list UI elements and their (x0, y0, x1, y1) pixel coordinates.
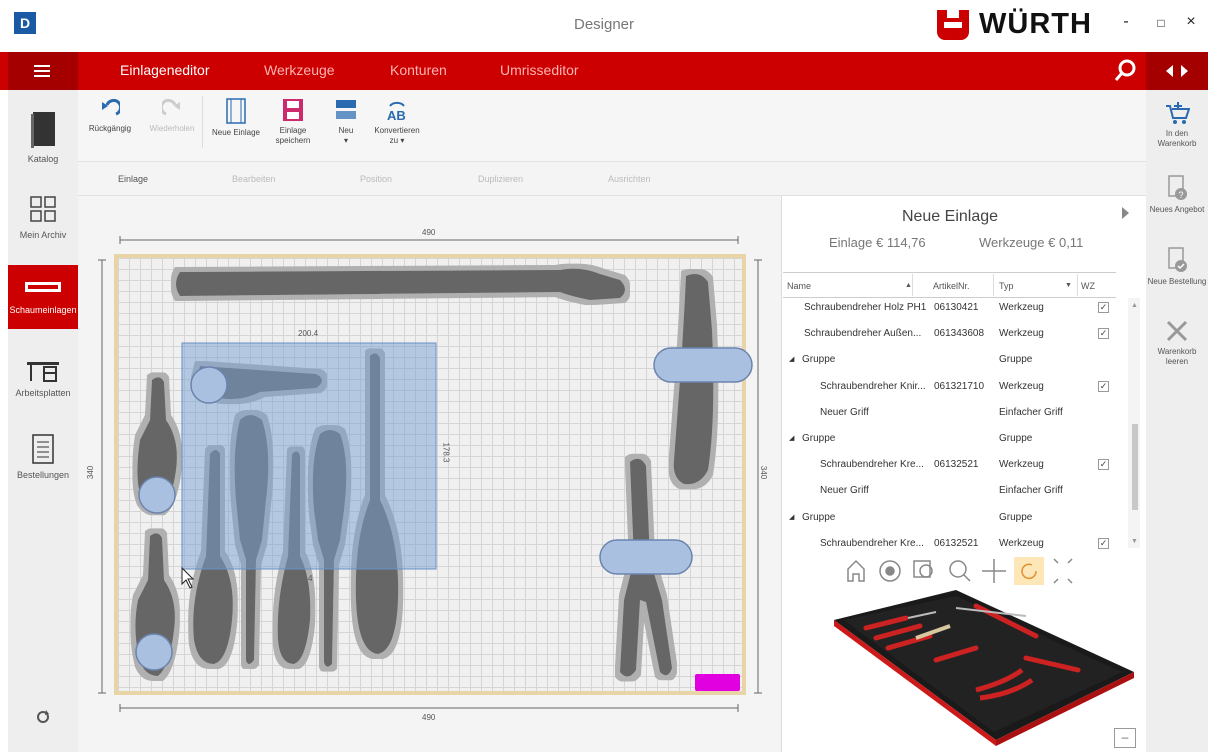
selection-extra-label: 4 (308, 574, 313, 583)
selection-width-label: 200.4 (298, 329, 319, 338)
table-row-name[interactable]: Schraubendreher Außen... (804, 328, 921, 339)
eye-view-icon[interactable] (879, 560, 901, 582)
table-row-name[interactable]: Gruppe (802, 354, 835, 365)
table-row-type: Gruppe (999, 433, 1033, 444)
brand-name: WÜRTH (979, 7, 1092, 40)
finger-grip[interactable] (138, 476, 176, 514)
rightbar-label: Neues Angebot (1149, 205, 1205, 214)
insert-price: Einlage € 114,76 (829, 235, 926, 250)
zoom-icon[interactable] (949, 560, 971, 582)
table-row-checkbox[interactable]: ✓ (1098, 381, 1109, 392)
tool-contours (135, 268, 753, 691)
rightbar-label: Neue Bestellung (1147, 277, 1207, 286)
new-offer-button[interactable]: ? Neues Angebot (1146, 174, 1208, 215)
add-to-cart-button[interactable]: In den Warenkorb (1146, 100, 1208, 149)
table-row-type: Gruppe (999, 512, 1033, 523)
scrollbar-thumb[interactable] (1132, 424, 1138, 510)
table-row-name[interactable]: Neuer Griff (820, 407, 869, 418)
clear-cart-icon (1166, 320, 1188, 342)
table-row-checkbox[interactable]: ✓ (1098, 459, 1109, 470)
table-row-artnr: 06130421 (934, 302, 979, 313)
zoom-box-icon[interactable] (913, 560, 933, 578)
minimize-preview-button[interactable]: – (1114, 728, 1136, 748)
table-row-type: Werkzeug (999, 459, 1044, 470)
table-row-type: Werkzeug (999, 302, 1044, 313)
table-row-name[interactable]: Schraubendreher Kre... (820, 459, 924, 470)
finger-grip[interactable] (190, 366, 228, 404)
long-screwdriver-contour[interactable] (176, 268, 625, 300)
panel-arrows-icon[interactable] (1166, 64, 1188, 82)
table-row-checkbox[interactable]: ✓ (1098, 328, 1109, 339)
rotate-active-bg (1014, 557, 1044, 585)
wurth-logo: WÜRTH (935, 6, 1092, 42)
col-artikelnr[interactable]: ArtikelNr. (933, 281, 970, 291)
tools-price: Werkzeuge € 0,11 (979, 235, 1084, 250)
table-row-checkbox[interactable]: ✓ (1098, 538, 1109, 549)
pan-icon[interactable] (982, 559, 1006, 583)
fullscreen-icon[interactable] (1053, 558, 1073, 584)
scroll-down-icon[interactable]: ▼ (1131, 538, 1138, 545)
clear-cart-button[interactable]: Warenkorb leeren (1146, 318, 1208, 367)
rightbar-label: In den Warenkorb (1157, 129, 1197, 148)
col-divider (912, 274, 913, 296)
mouse-cursor-icon (181, 566, 195, 589)
close-button[interactable]: × (1180, 13, 1202, 31)
col-divider (1077, 274, 1078, 296)
table-row-artnr: 061321710 (934, 381, 985, 392)
table-row-artnr: 06132521 (934, 459, 979, 470)
col-name[interactable]: Name (787, 281, 811, 291)
cart-plus-icon (1166, 102, 1191, 124)
collapse-panel-icon[interactable] (1122, 206, 1130, 224)
home-view-icon[interactable] (847, 559, 865, 582)
table-row-type: Werkzeug (999, 381, 1044, 392)
expand-arrow-icon[interactable]: ◢ (789, 434, 794, 442)
sort-asc-icon: ▲ (905, 282, 912, 289)
table-row-name[interactable]: Schraubendreher Kre... (820, 538, 924, 549)
table-row-name[interactable]: Schraubendreher Holz PH1 (804, 302, 926, 313)
table-row-artnr: 061343608 (934, 328, 985, 339)
new-order-icon (1168, 247, 1187, 272)
expand-arrow-icon[interactable]: ◢ (789, 355, 794, 363)
table-row-type: Werkzeug (999, 328, 1044, 339)
viewer-controls (847, 557, 1073, 585)
right-bar: In den Warenkorb ? Neues Angebot Neue Be… (1146, 90, 1208, 752)
selection-height-label: 178.3 (441, 442, 451, 463)
table-row-type: Einfacher Griff (999, 407, 1063, 418)
color-marker (695, 674, 740, 691)
table-row-name[interactable]: Gruppe (802, 512, 835, 523)
table-row-type: Werkzeug (999, 538, 1044, 549)
table-row-checkbox[interactable]: ✓ (1098, 302, 1109, 313)
table-row-type: Gruppe (999, 354, 1033, 365)
minimize-button[interactable]: - (1115, 13, 1137, 31)
maximize-button[interactable]: □ (1150, 16, 1172, 30)
finger-grip[interactable] (653, 347, 753, 383)
col-divider (993, 274, 994, 296)
search-icon[interactable] (1114, 58, 1138, 87)
scroll-up-icon[interactable]: ▲ (1131, 302, 1138, 309)
table-row-name[interactable]: Gruppe (802, 433, 835, 444)
3d-preview[interactable] (826, 586, 1144, 746)
finger-grip[interactable] (135, 633, 173, 671)
insert-title: Neue Einlage (901, 208, 999, 225)
table-row-type: Einfacher Griff (999, 485, 1063, 496)
table-row-artnr: 06132521 (934, 538, 979, 549)
filter-dropdown-icon[interactable]: ▼ (1065, 282, 1072, 289)
new-offer-icon: ? (1168, 175, 1187, 200)
rightbar-label: Warenkorb leeren (1157, 347, 1197, 366)
svg-text:?: ? (1178, 190, 1183, 200)
table-scrollbar[interactable] (1128, 298, 1140, 548)
wurth-mark-icon (935, 6, 971, 42)
table-row-name[interactable]: Neuer Griff (820, 485, 869, 496)
col-wz[interactable]: WZ (1081, 281, 1095, 291)
expand-arrow-icon[interactable]: ◢ (789, 513, 794, 521)
new-order-button[interactable]: Neue Bestellung (1146, 246, 1208, 287)
finger-grip[interactable] (599, 539, 693, 575)
table-row-name[interactable]: Schraubendreher Knir... (820, 381, 926, 392)
table-header: Name ▲ ArtikelNr. Typ ▼ WZ (783, 272, 1116, 298)
col-typ[interactable]: Typ (999, 281, 1014, 291)
